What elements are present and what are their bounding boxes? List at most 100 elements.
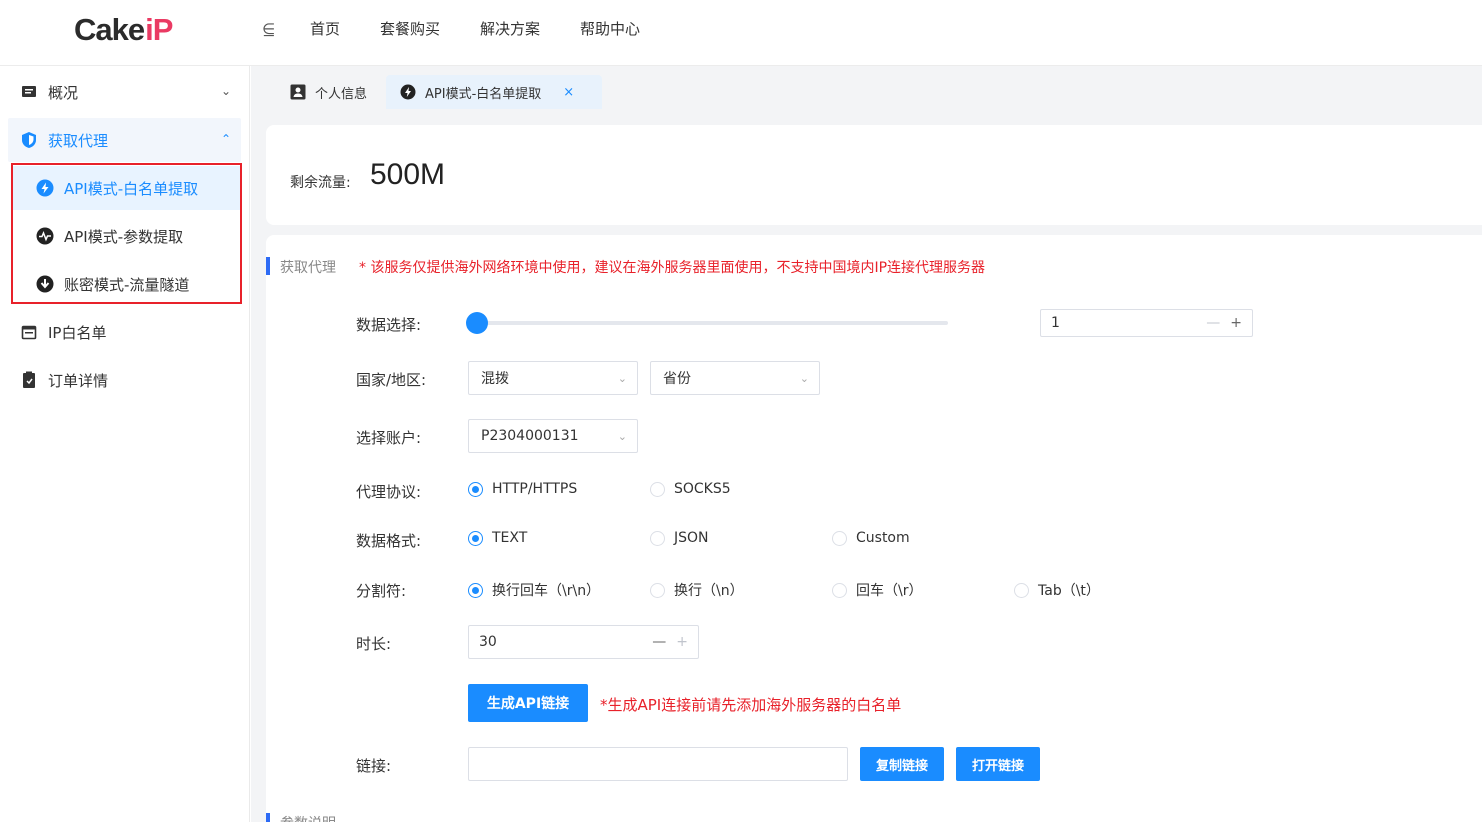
radio-tab[interactable]: Tab（\t） <box>1014 580 1100 600</box>
radio-cr[interactable]: 回车（\r） <box>832 580 922 600</box>
minus-icon[interactable]: — <box>1206 315 1220 331</box>
sidebar-subitem-api-params[interactable]: API模式-参数提取 <box>12 214 241 258</box>
sidebar-subitem-label: 账密模式-流量隧道 <box>64 275 190 294</box>
nav-home[interactable]: 首页 <box>310 18 340 39</box>
sidebar-item-label: 概况 <box>48 83 79 102</box>
logo[interactable]: Cake iP <box>74 12 173 48</box>
country-value: 混拨 <box>481 371 509 387</box>
chevron-down-icon: ⌄ <box>617 430 627 443</box>
tab-label: 个人信息 <box>315 86 368 102</box>
radio-socks5[interactable]: SOCKS5 <box>650 481 731 497</box>
calendar-icon <box>20 323 38 341</box>
duration-stepper[interactable]: 30 — + <box>468 625 699 659</box>
radio-label: 换行回车（\r\n） <box>492 583 601 599</box>
radio-checked-icon <box>468 582 483 598</box>
section-warning: * 该服务仅提供海外网络环境中使用，建议在海外服务器里面使用，不支持中国境内IP… <box>359 260 986 276</box>
radio-label: Custom <box>856 530 910 546</box>
clipboard-icon <box>20 371 38 389</box>
tab-api-whitelist[interactable]: API模式-白名单提取 × <box>386 75 602 109</box>
radio-label: 回车（\r） <box>856 583 923 599</box>
data-count-value: 1 <box>1051 315 1060 331</box>
nav-packages[interactable]: 套餐购买 <box>380 18 440 39</box>
sidebar-item-label: IP白名单 <box>48 323 107 342</box>
account-value: P2304000131 <box>481 428 579 444</box>
generate-api-link-button[interactable]: 生成API链接 <box>468 684 588 722</box>
sidebar-item-orders[interactable]: 订单详情 <box>8 358 241 402</box>
data-select-label: 数据选择: <box>356 316 422 334</box>
data-count-stepper[interactable]: 1 — + <box>1040 309 1253 337</box>
format-label: 数据格式: <box>356 532 422 550</box>
chevron-down-icon: ⌄ <box>220 84 231 98</box>
nav-solutions[interactable]: 解决方案 <box>480 18 540 39</box>
radio-json[interactable]: JSON <box>650 530 709 546</box>
radio-label: 换行（\n） <box>674 583 744 599</box>
radio-label: Tab（\t） <box>1038 583 1100 599</box>
sidebar-item-ip-whitelist[interactable]: IP白名单 <box>8 310 241 354</box>
radio-unchecked-icon <box>650 582 665 598</box>
link-label: 链接: <box>356 757 392 775</box>
duration-value: 30 <box>479 634 497 650</box>
radio-label: JSON <box>674 530 709 546</box>
sidebar-item-overview[interactable]: 概况 ⌄ <box>8 70 241 114</box>
overview-icon <box>20 83 38 101</box>
tab-personal-info[interactable]: 个人信息 <box>276 75 381 109</box>
nav-help-center[interactable]: 帮助中心 <box>580 18 640 39</box>
data-slider-handle[interactable] <box>466 312 488 334</box>
province-value: 省份 <box>663 371 691 387</box>
top-navbar: Cake iP ⋸ 首页 套餐购买 解决方案 帮助中心 <box>0 0 1482 66</box>
radio-label: HTTP/HTTPS <box>492 481 578 497</box>
radio-unchecked-icon <box>832 530 847 546</box>
radio-crlf[interactable]: 换行回车（\r\n） <box>468 580 600 600</box>
top-nav-menu: 首页 套餐购买 解决方案 帮助中心 <box>310 18 640 39</box>
sidebar-item-get-proxy[interactable]: 获取代理 ⌃ <box>8 118 241 162</box>
section2-title: 参数说明 <box>280 813 336 822</box>
proxy-form-card: 获取代理 * 该服务仅提供海外网络环境中使用，建议在海外服务器里面使用，不支持中… <box>266 235 1482 822</box>
province-select[interactable]: 省份 ⌄ <box>650 361 820 395</box>
minus-icon[interactable]: — <box>652 634 666 650</box>
chevron-down-icon: ⌄ <box>799 372 809 385</box>
traffic-value: 500M <box>370 158 446 191</box>
radio-http[interactable]: HTTP/HTTPS <box>468 481 577 497</box>
traffic-card: 剩余流量: 500M <box>266 125 1482 225</box>
open-link-button[interactable]: 打开链接 <box>956 747 1040 781</box>
menu-toggle-icon[interactable]: ⋸ <box>262 20 275 38</box>
radio-unchecked-icon <box>1014 582 1029 598</box>
radio-text[interactable]: TEXT <box>468 530 527 546</box>
lightning-icon <box>36 179 54 197</box>
radio-label: SOCKS5 <box>674 481 731 497</box>
radio-label: TEXT <box>492 530 528 546</box>
radio-custom[interactable]: Custom <box>832 530 910 546</box>
radio-checked-icon <box>468 481 483 497</box>
chevron-down-icon: ⌄ <box>617 372 627 385</box>
sidebar-subitem-tunnel[interactable]: 账密模式-流量隧道 <box>12 262 241 306</box>
radio-unchecked-icon <box>650 530 665 546</box>
generate-note: *生成API连接前请先添加海外服务器的白名单 <box>600 696 902 714</box>
section-marker <box>266 257 270 275</box>
link-input[interactable] <box>468 747 848 781</box>
sidebar-item-label: 获取代理 <box>48 131 109 150</box>
copy-link-button[interactable]: 复制链接 <box>860 747 944 781</box>
tab-bar: 个人信息 API模式-白名单提取 × <box>251 66 1482 109</box>
download-icon <box>36 275 54 293</box>
radio-unchecked-icon <box>832 582 847 598</box>
radio-lf[interactable]: 换行（\n） <box>650 580 744 600</box>
sidebar: 概况 ⌄ 获取代理 ⌃ API模式-白名单提取 API模式-参数提取 账密模式-… <box>0 66 250 822</box>
chevron-up-icon: ⌃ <box>220 132 231 146</box>
data-slider-track[interactable] <box>476 321 948 325</box>
plus-icon[interactable]: + <box>1230 315 1242 331</box>
close-icon[interactable]: × <box>563 85 574 100</box>
logo-text-cake: Cake <box>74 12 145 47</box>
user-card-icon <box>290 84 306 100</box>
shield-icon <box>20 131 38 149</box>
lightning-icon <box>400 84 416 100</box>
tab-label: API模式-白名单提取 <box>425 86 542 102</box>
sidebar-subitem-label: API模式-白名单提取 <box>64 179 199 198</box>
sidebar-subitem-label: API模式-参数提取 <box>64 227 184 246</box>
protocol-label: 代理协议: <box>356 483 422 501</box>
country-select[interactable]: 混拨 ⌄ <box>468 361 638 395</box>
plus-icon[interactable]: + <box>676 634 688 650</box>
radio-checked-icon <box>468 530 483 546</box>
sidebar-subitem-api-whitelist[interactable]: API模式-白名单提取 <box>12 166 241 210</box>
account-select[interactable]: P2304000131 ⌄ <box>468 419 638 453</box>
account-label: 选择账户: <box>356 429 422 447</box>
